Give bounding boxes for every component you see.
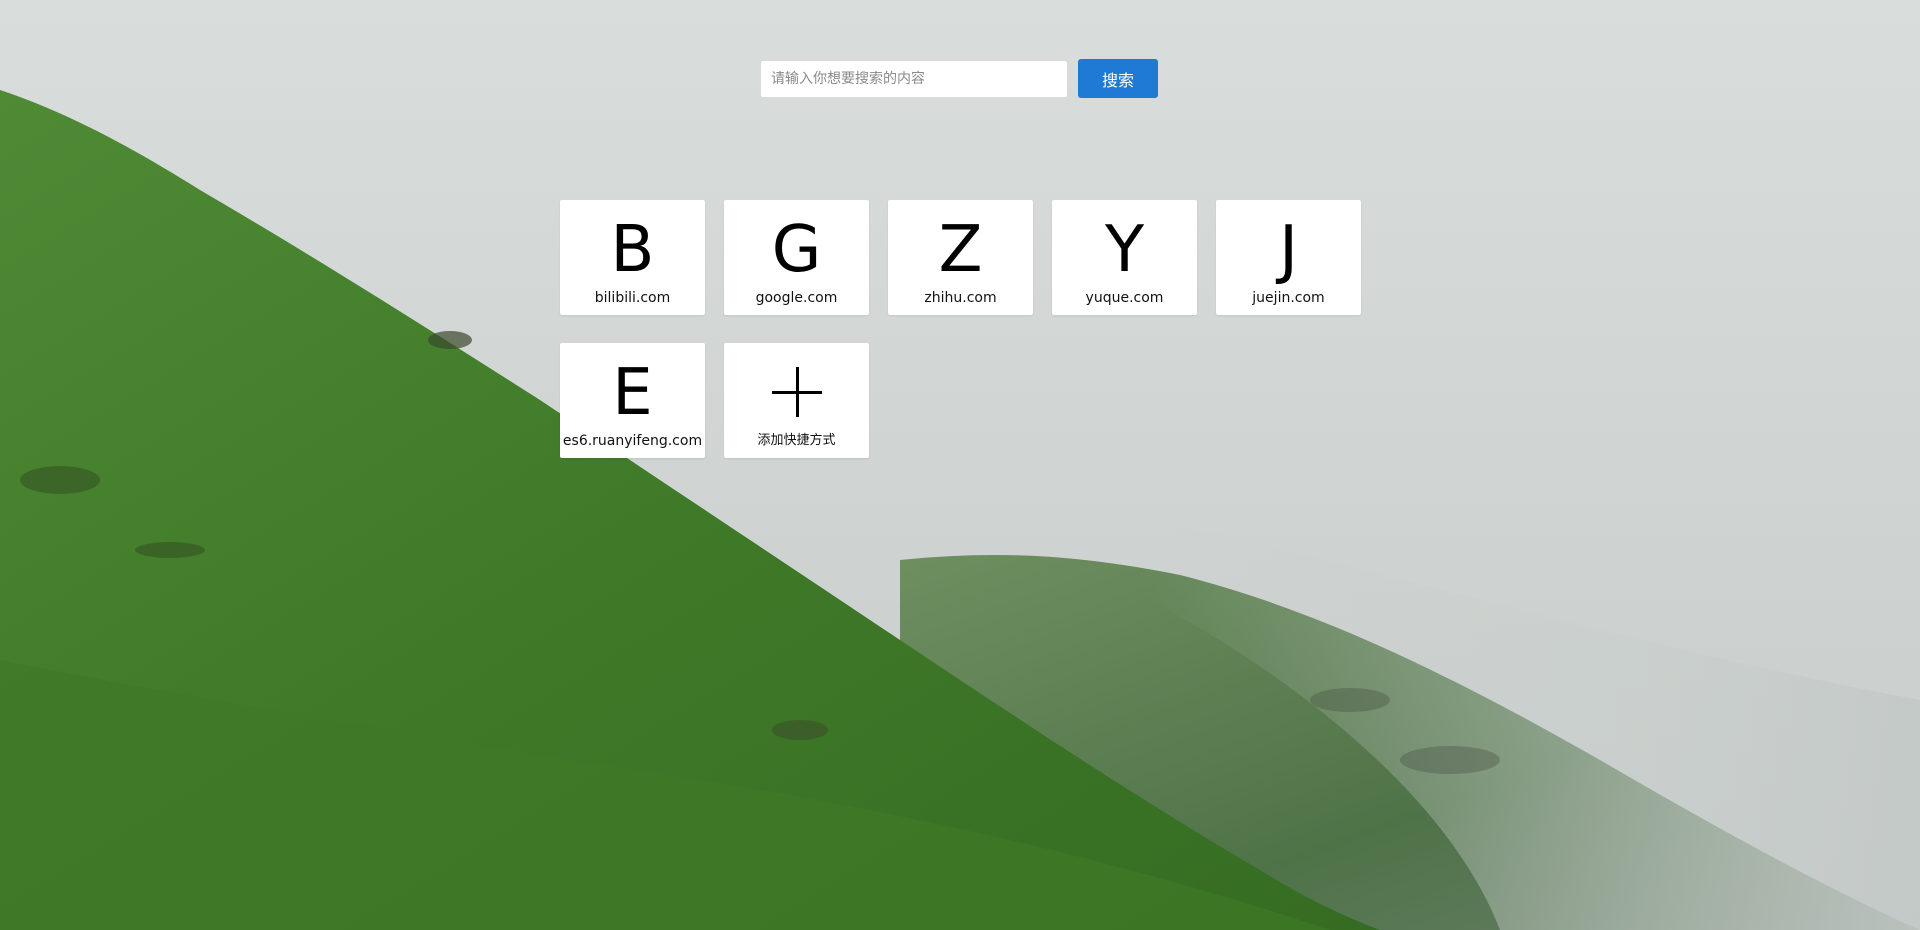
search-input[interactable] [760,59,1068,98]
shortcut-label: bilibili.com [594,290,671,306]
shortcut-label: es6.ruanyifeng.com [562,433,703,449]
shortcut-label: juejin.com [1252,290,1325,306]
shortcut-letter: Z [938,213,983,287]
shortcut-tile-es6-ruanyifeng[interactable]: E es6.ruanyifeng.com [560,343,705,458]
shortcut-letter: J [1279,213,1298,287]
background-image [0,0,1920,930]
shortcut-label: zhihu.com [924,290,997,306]
shortcut-letter: E [612,356,653,430]
add-shortcut-label: 添加快捷方式 [757,433,836,448]
shortcut-tile-zhihu[interactable]: Z zhihu.com [888,200,1033,315]
shortcut-tile-bilibili[interactable]: B bilibili.com [560,200,705,315]
shortcut-label: google.com [755,290,838,306]
shortcut-tile-google[interactable]: G google.com [724,200,869,315]
new-tab-page: 搜索 B bilibili.com G google.com Z zhihu.c… [0,0,1920,930]
shortcut-letter: G [771,213,822,287]
search-button[interactable]: 搜索 [1078,59,1158,98]
shortcut-tile-yuque[interactable]: Y yuque.com [1052,200,1197,315]
shortcut-label: yuque.com [1085,290,1164,306]
shortcut-letter: B [610,213,655,287]
add-shortcut-button[interactable]: 添加快捷方式 [724,343,869,458]
search-bar: 搜索 [760,59,1158,98]
plus-icon [771,367,822,417]
shortcut-letter: Y [1104,213,1145,287]
shortcut-tile-juejin[interactable]: J juejin.com [1216,200,1361,315]
shortcut-grid: B bilibili.com G google.com Z zhihu.com … [560,200,1380,458]
